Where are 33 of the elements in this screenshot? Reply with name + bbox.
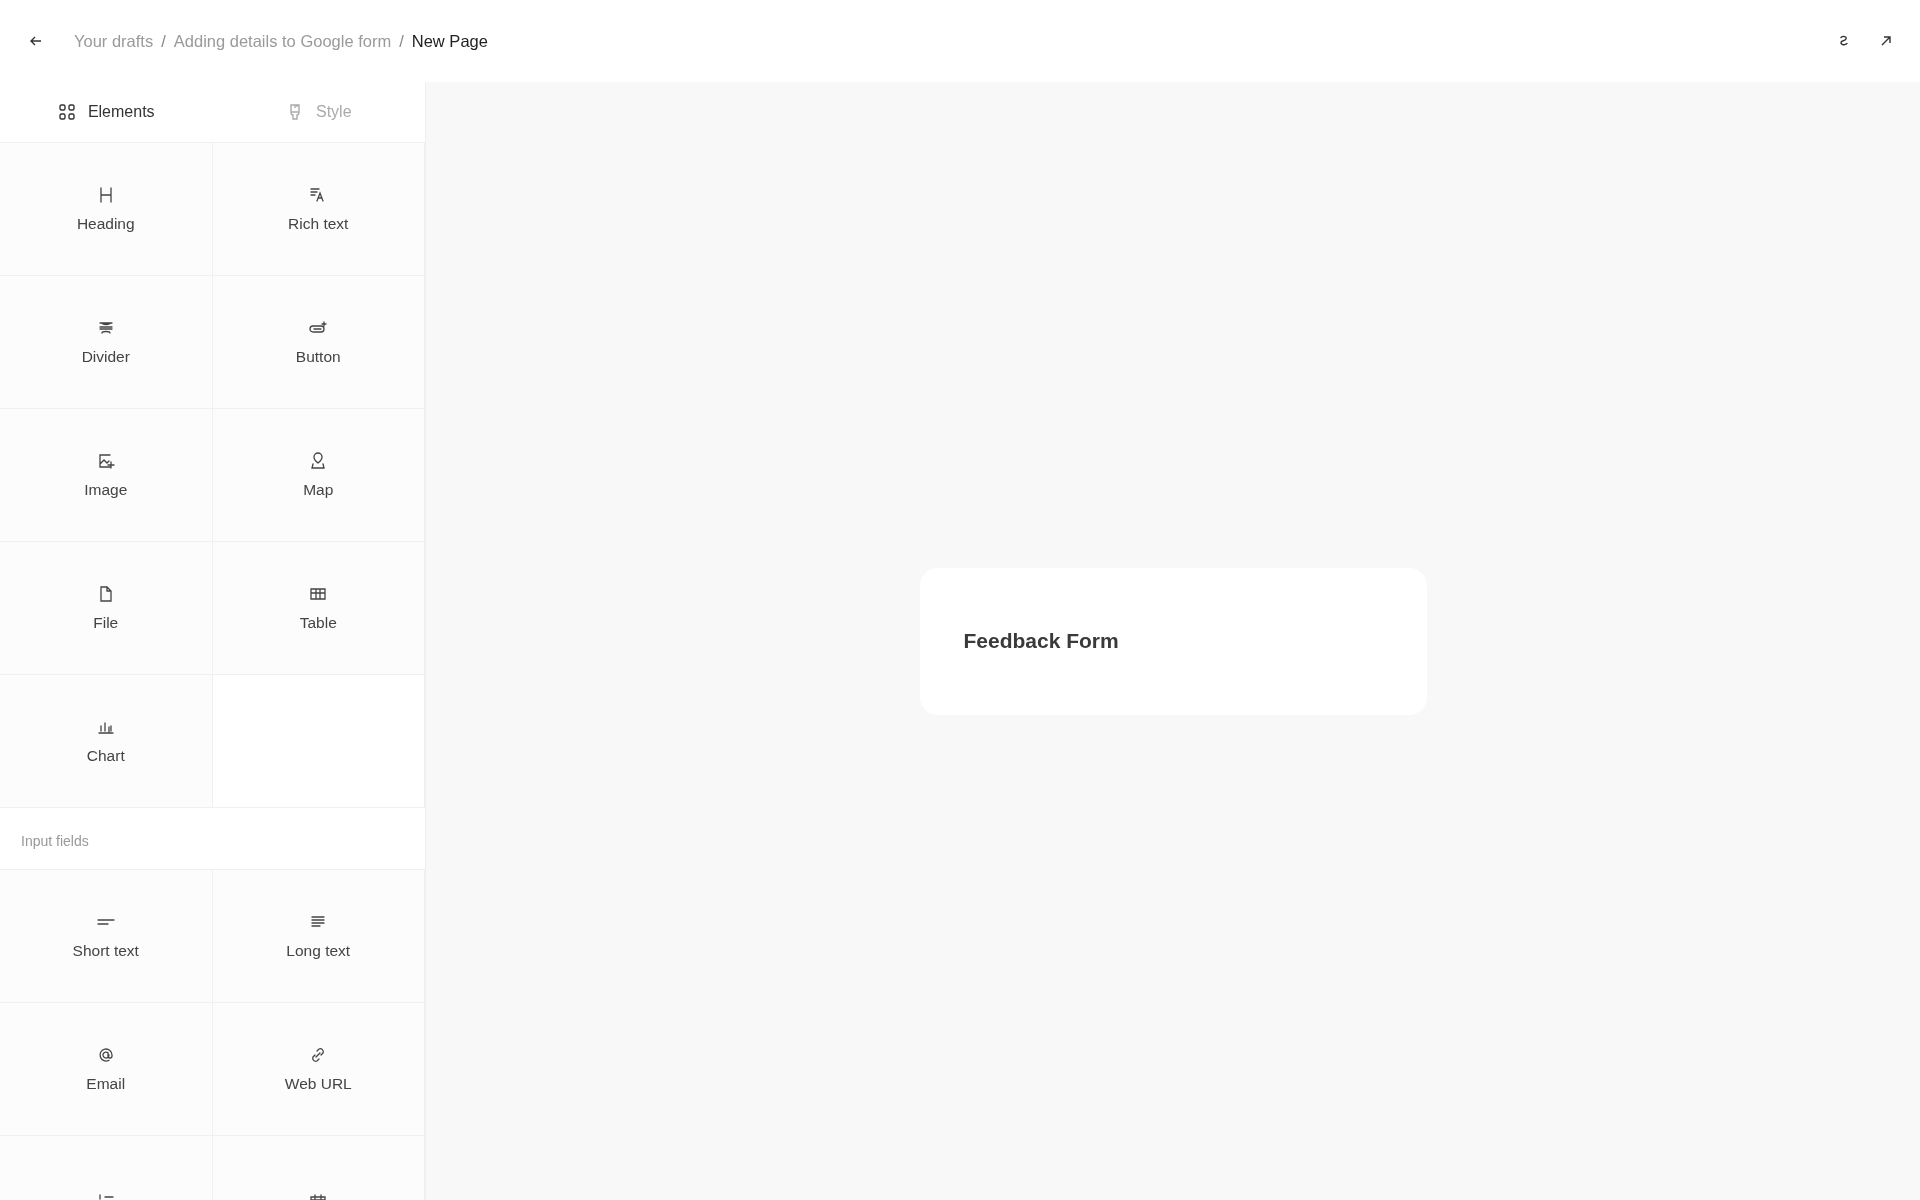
breadcrumb-separator: / xyxy=(161,31,166,51)
field-tile[interactable]: Email xyxy=(0,1003,213,1136)
field-tile[interactable]: Short text xyxy=(0,870,213,1003)
element-label: Button xyxy=(295,348,341,366)
element-label: Image xyxy=(84,481,128,499)
element-label: Divider xyxy=(81,348,130,366)
element-label: Table xyxy=(299,614,337,632)
grid-icon xyxy=(57,103,76,121)
breadcrumb-link[interactable]: New Page xyxy=(411,31,488,51)
breadcrumb-separator: / xyxy=(399,31,404,51)
element-tile[interactable]: Map xyxy=(212,409,425,542)
element-tile[interactable]: Divider xyxy=(0,276,213,409)
element-tile[interactable]: File xyxy=(0,542,213,675)
field-label: Long text xyxy=(286,942,351,960)
element-label: Chart xyxy=(86,747,125,765)
field-tile[interactable]: Web URL xyxy=(212,1003,425,1136)
field-tile[interactable]: Long text xyxy=(212,870,425,1003)
element-tile[interactable]: Rich text xyxy=(212,143,425,276)
element-tile[interactable]: Button xyxy=(212,276,425,409)
element-tile[interactable]: Heading xyxy=(0,143,213,276)
element-label: Heading xyxy=(76,215,135,233)
short-lines-icon xyxy=(95,918,116,926)
element-label: Map xyxy=(303,481,334,499)
element-tile[interactable]: Image xyxy=(0,409,213,542)
field-label: Email xyxy=(86,1075,126,1093)
field-label: Web URL xyxy=(284,1075,352,1093)
element-label: Rich text xyxy=(288,215,349,233)
panel-tab[interactable]: Elements xyxy=(0,82,213,142)
element-tile[interactable]: Chart xyxy=(0,675,213,808)
element-label: File xyxy=(93,614,119,632)
form-title[interactable]: Feedback Form xyxy=(963,629,1119,653)
element-tile[interactable]: Table xyxy=(212,542,425,675)
field-label: Short text xyxy=(72,942,139,960)
